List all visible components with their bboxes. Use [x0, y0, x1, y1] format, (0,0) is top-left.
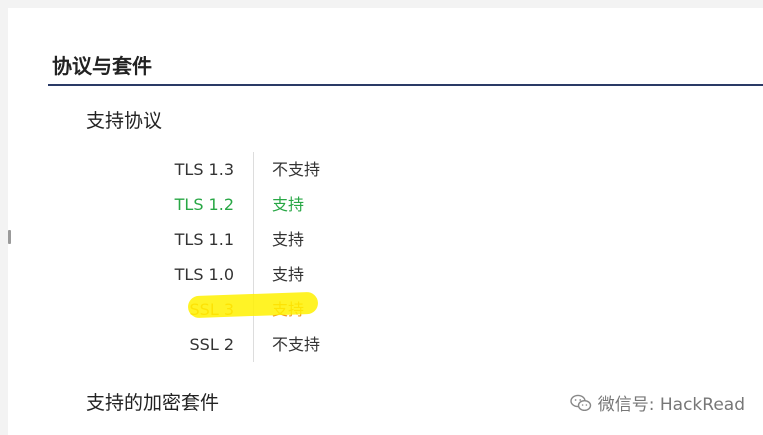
protocol-status: 支持 [272, 195, 305, 214]
protocol-name: TLS 1.0 [174, 265, 234, 284]
protocol-panel: 协议与套件 支持协议 TLS 1.3 不支持 TLS 1.2 支持 TLS 1.… [8, 8, 763, 435]
ciphers-heading: 支持的加密套件 [86, 392, 220, 414]
protocols-heading: 支持协议 [86, 110, 163, 132]
protocol-name: TLS 1.2 [174, 195, 234, 214]
section-title: 协议与套件 [52, 54, 152, 78]
protocol-row-tls12: TLS 1.2 支持 [158, 187, 378, 222]
protocol-table: TLS 1.3 不支持 TLS 1.2 支持 TLS 1.1 支持 TLS 1.… [158, 152, 378, 362]
protocol-row-ssl2: SSL 2 不支持 [158, 327, 378, 362]
watermark: 微信号: HackRead [570, 390, 745, 415]
protocol-status: 支持 [272, 230, 305, 249]
protocol-status: 不支持 [272, 160, 321, 179]
wechat-icon [570, 394, 591, 411]
watermark-text: 微信号: HackRead [597, 395, 745, 415]
protocol-name: TLS 1.3 [174, 160, 234, 179]
title-divider [48, 84, 763, 86]
yellow-highlight-mark [187, 291, 319, 319]
protocol-row-tls11: TLS 1.1 支持 [158, 222, 378, 257]
protocol-row-tls10: TLS 1.0 支持 [158, 257, 378, 292]
protocol-name: TLS 1.1 [174, 230, 234, 249]
protocol-name: SSL 2 [189, 335, 235, 354]
protocol-status: 不支持 [272, 335, 321, 354]
scroll-edge-marker [8, 230, 11, 244]
protocol-row-tls13: TLS 1.3 不支持 [158, 152, 378, 187]
protocol-status: 支持 [272, 265, 305, 284]
